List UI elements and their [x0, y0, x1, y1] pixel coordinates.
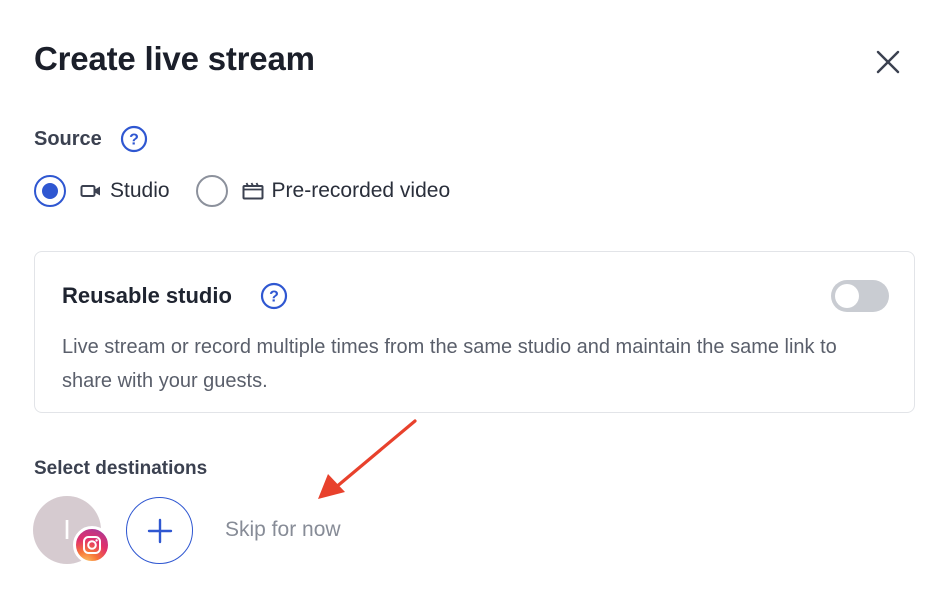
plus-icon: [147, 518, 172, 543]
reusable-studio-description: Live stream or record multiple times fro…: [62, 336, 837, 392]
studio-radio[interactable]: [34, 175, 66, 207]
radio-selected-dot: [42, 183, 58, 199]
video-camera-icon: [80, 183, 102, 199]
question-circle-icon[interactable]: ?: [260, 282, 288, 310]
source-label: Source: [34, 128, 102, 150]
question-circle-icon[interactable]: ?: [120, 125, 148, 153]
reusable-studio-toggle[interactable]: [831, 280, 889, 312]
modal-title: Create live stream: [34, 40, 315, 77]
instagram-icon: [73, 526, 111, 564]
pre-recorded-option-label[interactable]: Pre-recorded video: [272, 179, 451, 203]
source-options: Studio Pre-recorded video: [34, 174, 450, 208]
close-icon: [876, 50, 900, 74]
toggle-knob: [835, 284, 859, 308]
svg-text:?: ?: [129, 132, 139, 149]
reusable-studio-title: Reusable studio: [62, 283, 232, 308]
create-live-stream-modal: Create live stream Source ? Studio Pre-r…: [0, 0, 948, 610]
pre-recorded-radio[interactable]: [195, 175, 228, 207]
avatar-letter: I: [63, 514, 71, 545]
close-button[interactable]: [868, 42, 908, 82]
clapperboard-icon: [242, 182, 264, 200]
svg-text:?: ?: [269, 289, 279, 306]
add-destination-button[interactable]: [126, 497, 193, 564]
reusable-studio-card: Reusable studio ? Live stream or record …: [34, 251, 915, 413]
skip-for-now-link[interactable]: Skip for now: [225, 518, 341, 542]
studio-option-label[interactable]: Studio: [110, 179, 170, 203]
select-destinations-label: Select destinations: [34, 458, 208, 479]
